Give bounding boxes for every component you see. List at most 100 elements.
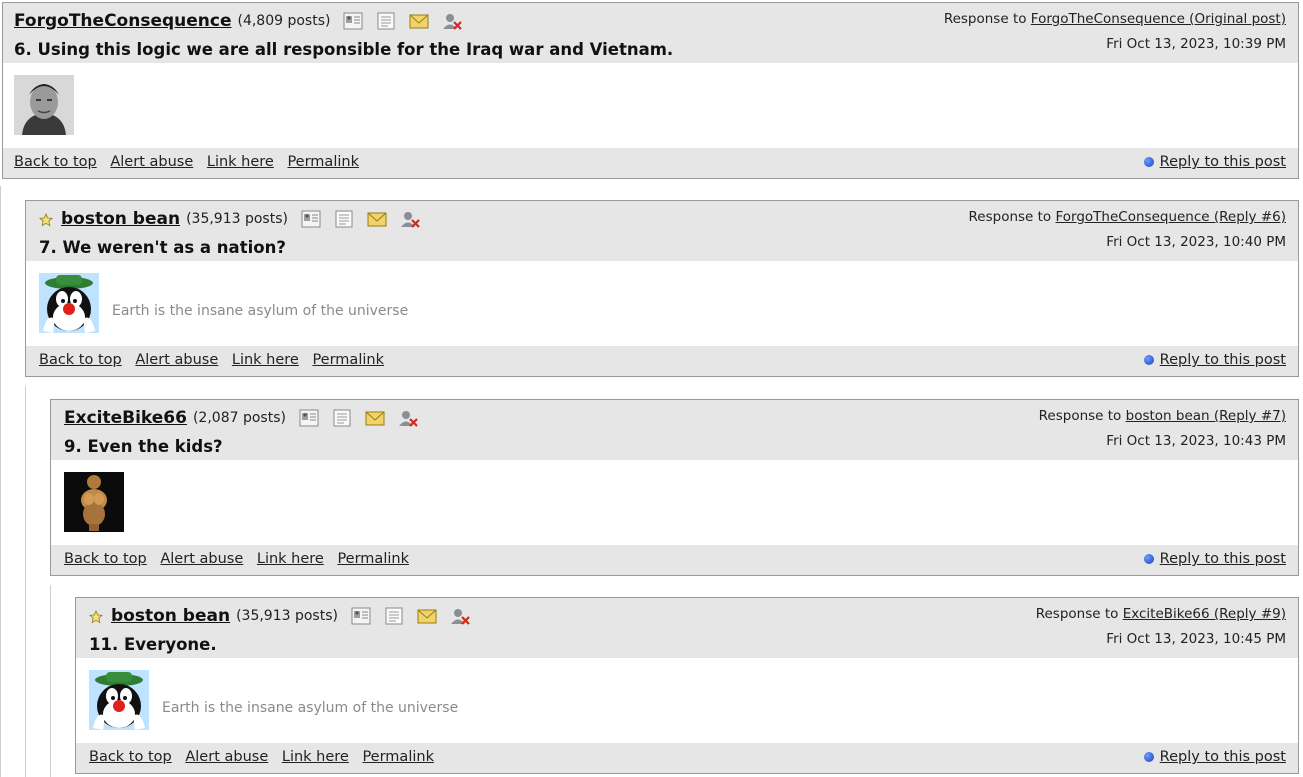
post: ExciteBike66 (2,087 posts) 9. Even the k… [50,399,1299,576]
post-body: Earth is the insane asylum of the univer… [76,658,1298,743]
reply-dot-icon [1143,157,1154,167]
avatar [64,472,124,532]
thread-guide-line [0,186,1,777]
response-link[interactable]: ForgoTheConsequence (Original post) [1031,11,1286,27]
post-footer: Back to top Alert abuse Link here Permal… [51,545,1298,575]
back-to-top-link[interactable]: Back to top [14,154,97,170]
link-here-link[interactable]: Link here [282,749,349,765]
mail-icon[interactable] [416,606,438,626]
reply-area: Reply to this post [1143,352,1286,368]
reply-dot-icon [1143,554,1154,564]
post-count: (2,087 posts) [192,410,286,426]
post-header: boston bean (35,913 posts) 11. Everyone.… [76,598,1298,658]
post-body [51,460,1298,545]
response-to: Response to ForgoTheConsequence (Origina… [944,11,1286,27]
author-link[interactable]: ExciteBike66 [64,408,187,428]
mail-icon[interactable] [364,408,386,428]
post-subject[interactable]: 9. Even the kids? [64,437,223,456]
profile-card-icon[interactable] [298,408,320,428]
back-to-top-link[interactable]: Back to top [64,551,147,567]
alert-abuse-link[interactable]: Alert abuse [135,352,218,368]
mail-icon[interactable] [366,209,388,229]
response-to: Response to boston bean (Reply #7) [1039,408,1286,424]
footer-links: Back to top Alert abuse Link here Permal… [64,551,418,567]
author-line: ForgoTheConsequence (4,809 posts) [14,9,474,33]
ignore-user-icon[interactable] [449,606,471,626]
response-prefix: Response to [943,11,1027,27]
profile-card-icon[interactable] [300,209,322,229]
reply-to-post-link[interactable]: Reply to this post [1160,352,1286,368]
post-count: (35,913 posts) [186,211,288,227]
reply-to-post-link[interactable]: Reply to this post [1160,551,1286,567]
footer-links: Back to top Alert abuse Link here Permal… [39,352,393,368]
post: boston bean (35,913 posts) 7. We weren't… [25,200,1299,377]
post-footer: Back to top Alert abuse Link here Permal… [26,346,1298,376]
permalink-link[interactable]: Permalink [287,154,359,170]
response-link[interactable]: boston bean (Reply #7) [1126,408,1286,424]
permalink-link[interactable]: Permalink [312,352,384,368]
author-link[interactable]: boston bean [61,209,180,229]
permalink-link[interactable]: Permalink [362,749,434,765]
post-header: ForgoTheConsequence (4,809 posts) 6. Usi… [3,3,1298,63]
back-to-top-link[interactable]: Back to top [39,352,122,368]
author-line: boston bean (35,913 posts) [89,604,482,628]
post-subject[interactable]: 6. Using this logic we are all responsib… [14,40,673,59]
avatar [14,75,74,135]
post-date: Fri Oct 13, 2023, 10:40 PM [1106,234,1286,250]
response-link[interactable]: ForgoTheConsequence (Reply #6) [1056,209,1287,225]
post-date: Fri Oct 13, 2023, 10:43 PM [1106,433,1286,449]
reply-dot-icon [1143,355,1154,365]
link-here-link[interactable]: Link here [232,352,299,368]
avatar [39,273,99,333]
post-footer: Back to top Alert abuse Link here Permal… [76,743,1298,773]
profile-card-icon[interactable] [350,606,372,626]
response-to: Response to ExciteBike66 (Reply #9) [1036,606,1286,622]
reply-to-post-link[interactable]: Reply to this post [1160,154,1286,170]
post-body [3,63,1298,148]
thread-view: ForgoTheConsequence (4,809 posts) 6. Usi… [0,0,1303,777]
post-subject[interactable]: 11. Everyone. [89,635,217,654]
post-subject[interactable]: 7. We weren't as a nation? [39,238,286,257]
reply-dot-icon [1143,752,1154,762]
author-link[interactable]: boston bean [111,606,230,626]
post-header: boston bean (35,913 posts) 7. We weren't… [26,201,1298,261]
response-to: Response to ForgoTheConsequence (Reply #… [969,209,1286,225]
post-header: ExciteBike66 (2,087 posts) 9. Even the k… [51,400,1298,460]
mail-icon[interactable] [408,11,430,31]
post-date: Fri Oct 13, 2023, 10:45 PM [1106,631,1286,647]
journal-icon[interactable] [375,11,397,31]
profile-card-icon[interactable] [342,11,364,31]
response-prefix: Response to [968,209,1052,225]
post-body: Earth is the insane asylum of the univer… [26,261,1298,346]
author-link[interactable]: ForgoTheConsequence [14,11,231,31]
reply-area: Reply to this post [1143,154,1286,170]
link-here-link[interactable]: Link here [257,551,324,567]
back-to-top-link[interactable]: Back to top [89,749,172,765]
response-prefix: Response to [1038,408,1122,424]
post: boston bean (35,913 posts) 11. Everyone.… [75,597,1299,774]
alert-abuse-link[interactable]: Alert abuse [160,551,243,567]
thread-guide-line [25,386,26,777]
star-icon [89,609,103,624]
alert-abuse-link[interactable]: Alert abuse [110,154,193,170]
alert-abuse-link[interactable]: Alert abuse [185,749,268,765]
reply-area: Reply to this post [1143,749,1286,765]
author-line: boston bean (35,913 posts) [39,207,432,231]
post-date: Fri Oct 13, 2023, 10:39 PM [1106,36,1286,52]
journal-icon[interactable] [331,408,353,428]
response-link[interactable]: ExciteBike66 (Reply #9) [1123,606,1286,622]
reply-to-post-link[interactable]: Reply to this post [1160,749,1286,765]
post-count: (35,913 posts) [236,608,338,624]
reply-area: Reply to this post [1143,551,1286,567]
signature: Earth is the insane asylum of the univer… [162,700,459,716]
journal-icon[interactable] [383,606,405,626]
ignore-user-icon[interactable] [397,408,419,428]
permalink-link[interactable]: Permalink [337,551,409,567]
ignore-user-icon[interactable] [441,11,463,31]
journal-icon[interactable] [333,209,355,229]
author-line: ExciteBike66 (2,087 posts) [64,406,430,430]
link-here-link[interactable]: Link here [207,154,274,170]
footer-links: Back to top Alert abuse Link here Permal… [89,749,443,765]
post-footer: Back to top Alert abuse Link here Permal… [3,148,1298,178]
ignore-user-icon[interactable] [399,209,421,229]
